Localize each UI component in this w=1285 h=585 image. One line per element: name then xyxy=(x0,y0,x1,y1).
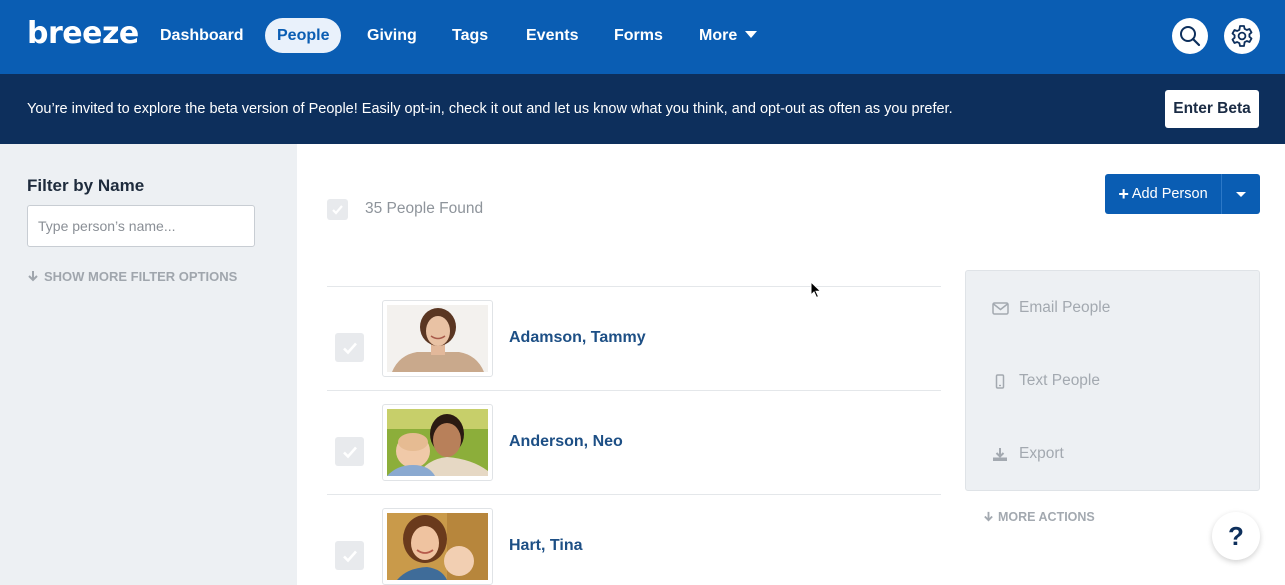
search-icon xyxy=(1180,26,1201,47)
person-photo[interactable] xyxy=(382,404,493,481)
arrow-down-icon xyxy=(984,511,993,522)
person-name-link[interactable]: Anderson, Neo xyxy=(509,433,623,451)
enter-beta-button[interactable]: Enter Beta xyxy=(1165,90,1259,128)
check-icon xyxy=(342,342,357,354)
download-icon xyxy=(990,447,1010,462)
check-icon xyxy=(342,550,357,562)
search-button[interactable] xyxy=(1172,18,1208,54)
show-more-filter-options-label: SHOW MORE FILTER OPTIONS xyxy=(44,269,238,284)
beta-banner-text: You’re invited to explore the beta versi… xyxy=(27,101,953,117)
nav-item-more-label: More xyxy=(699,27,738,44)
person-name-link[interactable]: Hart, Tina xyxy=(509,537,583,555)
row-checkbox[interactable] xyxy=(335,333,364,362)
name-filter-input[interactable] xyxy=(27,205,255,247)
breeze-logo[interactable]: breeze xyxy=(27,16,139,51)
nav-item-events[interactable]: Events xyxy=(514,18,590,53)
arrow-down-icon xyxy=(28,271,38,282)
top-nav-bar: breeze Dashboard People Giving Tags Even… xyxy=(0,0,1285,74)
email-people-label: Email People xyxy=(1019,299,1111,316)
nav-item-more[interactable]: More xyxy=(687,18,769,53)
nav-item-tags[interactable]: Tags xyxy=(440,18,500,53)
row-checkbox[interactable] xyxy=(335,541,364,570)
export-action[interactable]: Export xyxy=(990,445,1064,463)
row-divider xyxy=(327,390,941,391)
beta-banner: You’re invited to explore the beta versi… xyxy=(0,74,1285,144)
help-label: ? xyxy=(1228,520,1244,551)
row-divider xyxy=(327,494,941,495)
caret-down-icon xyxy=(1236,191,1246,197)
person-photo-image xyxy=(387,513,488,580)
gear-icon xyxy=(1231,25,1253,47)
select-all-checkbox[interactable] xyxy=(327,199,348,220)
more-actions-label: MORE ACTIONS xyxy=(998,510,1095,524)
nav-item-dashboard[interactable]: Dashboard xyxy=(148,18,256,53)
help-button[interactable]: ? xyxy=(1212,512,1260,560)
person-photo[interactable] xyxy=(382,300,493,377)
filter-title: Filter by Name xyxy=(27,176,145,195)
person-photo-image xyxy=(387,409,488,476)
email-people-action[interactable]: Email People xyxy=(990,299,1110,317)
caret-down-icon xyxy=(745,31,758,38)
add-person-button[interactable]: + Add Person xyxy=(1105,174,1222,214)
text-people-action[interactable]: Text People xyxy=(990,372,1100,390)
row-divider xyxy=(327,286,941,287)
nav-item-giving[interactable]: Giving xyxy=(355,18,429,53)
person-photo-image xyxy=(387,305,488,372)
row-checkbox[interactable] xyxy=(335,437,364,466)
check-icon xyxy=(342,446,357,458)
mouse-cursor-icon xyxy=(810,281,822,299)
person-name-link[interactable]: Adamson, Tammy xyxy=(509,329,646,347)
add-person-dropdown-toggle[interactable] xyxy=(1222,174,1260,214)
add-person-button-group: + Add Person xyxy=(1105,174,1260,214)
settings-button[interactable] xyxy=(1224,18,1260,54)
nav-item-people[interactable]: People xyxy=(265,18,342,53)
envelope-icon xyxy=(990,301,1010,315)
more-actions-link[interactable]: MORE ACTIONS xyxy=(983,510,1095,524)
check-icon xyxy=(332,205,343,215)
person-photo[interactable] xyxy=(382,508,493,585)
nav-item-forms[interactable]: Forms xyxy=(602,18,675,53)
plus-icon: + xyxy=(1118,183,1129,204)
add-person-label: Add Person xyxy=(1131,186,1208,202)
export-label: Export xyxy=(1019,445,1064,462)
show-more-filter-options-link[interactable]: SHOW MORE FILTER OPTIONS xyxy=(27,269,237,284)
text-people-label: Text People xyxy=(1019,372,1100,389)
mobile-phone-icon xyxy=(990,373,1010,389)
people-found-count: 35 People Found xyxy=(365,200,484,217)
